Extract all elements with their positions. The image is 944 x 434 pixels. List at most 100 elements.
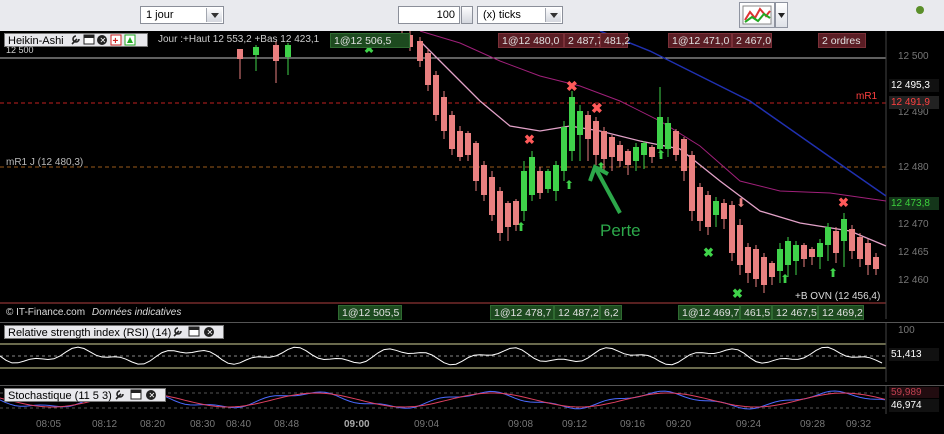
- chart-style-icon: [742, 5, 772, 25]
- stoch-panel-title: Stochastique (11 5 3): [8, 390, 112, 402]
- candle-bull: [641, 143, 647, 155]
- mr1-price-tag: 12 491,9: [889, 96, 939, 109]
- order-tag[interactable]: 2 ordres: [818, 33, 866, 48]
- candle-bear: [497, 191, 503, 233]
- candle-bear: [273, 45, 279, 61]
- chevron-down-icon[interactable]: [545, 8, 561, 22]
- chart-type-button[interactable]: [739, 2, 775, 28]
- candle-bear: [457, 131, 463, 157]
- x-tick-label: 08:30: [190, 419, 216, 430]
- candle-bear: [601, 131, 607, 159]
- candle-bear: [505, 203, 511, 227]
- candle-bull: [553, 165, 559, 191]
- svg-text:✕: ✕: [207, 328, 214, 337]
- day-range-info: Jour :+Haut 12 553,2 +Bas 12 423,1: [158, 34, 320, 45]
- x-tick-label: 09:08: [508, 419, 534, 430]
- last-price-tag: 12 495,3: [889, 79, 939, 92]
- order-tag[interactable]: 12 487,2: [554, 305, 600, 320]
- order-tag[interactable]: 1@12 471,0: [668, 33, 732, 48]
- order-tag[interactable]: 1@12 506,5: [330, 33, 410, 48]
- candle-bull: [545, 171, 551, 189]
- candle-bear: [481, 165, 487, 195]
- stoch-hidden-tag: 59,989: [889, 387, 939, 398]
- order-tag[interactable]: 1@12 478,7: [490, 305, 554, 320]
- left-level-label: 12 500: [6, 45, 34, 55]
- candle-bull: [777, 249, 783, 271]
- candle-bear: [769, 263, 775, 277]
- order-tag[interactable]: 1@12 480,0: [498, 33, 564, 48]
- wrench-icon[interactable]: [71, 35, 80, 45]
- price-chart[interactable]: ⬆⬆⬆⬆⬆ ⬆⬇ ✖ ✖ ✖ ✖ ✖ ✖ ✖: [0, 31, 944, 319]
- candle-bull: [529, 157, 535, 195]
- candle-bear: [425, 53, 431, 85]
- x-tick-label: 09:24: [736, 419, 762, 430]
- candle-bear: [625, 151, 631, 165]
- period-select[interactable]: 1 jour: [140, 6, 224, 24]
- sell-marker-icon: ✖: [524, 132, 535, 147]
- order-tag[interactable]: 1@12 469,7: [678, 305, 740, 320]
- chart-type-dropdown[interactable]: [775, 2, 788, 28]
- y-tick-label: 12 470: [898, 219, 929, 230]
- candle-bear: [745, 247, 751, 273]
- up-arrow-icon: ⬆: [828, 266, 838, 280]
- order-tag[interactable]: 2 467,0: [732, 33, 772, 48]
- order-tag[interactable]: 12 469,2: [818, 305, 864, 320]
- candle-bull: [817, 243, 823, 257]
- y-tick-label: 12 500: [898, 51, 929, 62]
- up-arrow-icon: ⬆: [516, 220, 526, 234]
- candle-bear: [433, 75, 439, 115]
- sell-marker-icon: ✖: [838, 195, 849, 210]
- up-arrow-icon: ⬆: [564, 178, 574, 192]
- units-type-value: (x) ticks: [483, 9, 521, 21]
- units-type-select[interactable]: (x) ticks: [477, 6, 563, 24]
- up-arrow-icon: ⬆: [780, 272, 790, 286]
- order-tag[interactable]: 461,5: [740, 305, 772, 320]
- chevron-down-icon[interactable]: [206, 8, 222, 22]
- rsi-value-tag: 51,413: [889, 348, 939, 361]
- rsi-panel: Relative strength index (RSI) (14) ✕ 100…: [0, 322, 944, 382]
- price-panel-tools: ✕ +: [71, 34, 136, 46]
- candle-bear: [489, 177, 495, 215]
- x-tick-label: 09:12: [562, 419, 588, 430]
- svg-text:✕: ✕: [100, 36, 107, 45]
- candle-bear: [593, 121, 599, 155]
- x-tick-label: 08:40: [226, 419, 252, 430]
- candle-bear: [673, 131, 679, 155]
- credit-text: © IT-Finance.com Données indicatives: [6, 307, 181, 318]
- x-tick-label: 08:20: [140, 419, 166, 430]
- svg-text:✕: ✕: [149, 391, 156, 400]
- perte-arrow-icon: [588, 164, 622, 214]
- units-stepper[interactable]: [461, 6, 473, 24]
- pink-ma-line: [419, 40, 887, 247]
- down-arrow-icon: ⬇: [736, 196, 746, 210]
- order-tag[interactable]: 481,2: [600, 33, 630, 48]
- y-tick-label: 12 480: [898, 162, 929, 173]
- order-tag[interactable]: 2 487,7: [564, 33, 603, 48]
- current-price-tag: 12 473,8: [889, 197, 939, 210]
- credit-note: Données indicatives: [91, 307, 182, 318]
- stoch-value-tag: 46,974: [889, 399, 939, 412]
- up-arrow-icon: ⬆: [656, 148, 666, 162]
- candle-bear: [857, 237, 863, 259]
- candle-bear: [649, 147, 655, 157]
- rsi-scale-label: 100: [898, 325, 915, 336]
- order-tag[interactable]: 1@12 505,5: [338, 305, 402, 320]
- blue-trend-line: [599, 31, 887, 197]
- candle-bull: [841, 219, 847, 241]
- units-input-value: 100: [436, 9, 455, 21]
- x-tick-label: 08:12: [92, 419, 118, 430]
- price-panel: ⬆ ⬆ ⬆ ⬆ ⬆ ⬆ ⬇ ✖ ✖ ✖ ✖ ✖ ✖ ✖ Heikin-Ashi ✕ + Jo…: [0, 31, 944, 320]
- x-tick-label: 08:48: [274, 419, 300, 430]
- candle-bear: [585, 115, 591, 139]
- sell-marker-icon: ✖: [566, 78, 578, 94]
- credit-name: © IT-Finance.com: [6, 307, 86, 318]
- candle-bear: [705, 195, 711, 227]
- order-tag[interactable]: 6,2: [600, 305, 622, 320]
- x-tick-label: 09:16: [620, 419, 646, 430]
- candle-bear: [809, 249, 815, 257]
- units-input[interactable]: 100: [398, 6, 460, 24]
- x-tick-label: 09:00: [344, 419, 370, 430]
- candle-bear: [681, 139, 687, 171]
- period-select-value: 1 jour: [146, 9, 174, 21]
- order-tag[interactable]: 12 467,5: [772, 305, 818, 320]
